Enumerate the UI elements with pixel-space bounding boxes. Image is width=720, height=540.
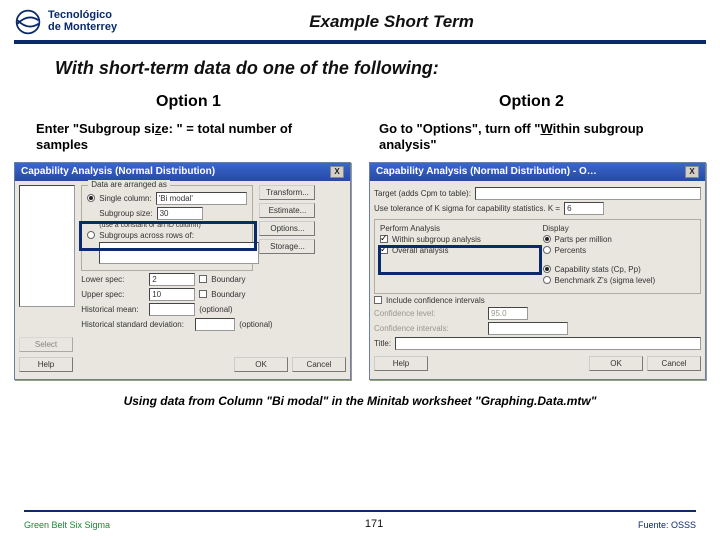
upper-boundary-label: Boundary xyxy=(211,290,245,299)
dialog-title: Capability Analysis (Normal Distribution… xyxy=(376,166,597,177)
orb-icon xyxy=(14,8,42,36)
conf-level-label: Confidence level: xyxy=(374,309,484,318)
options-row: Option 1 Enter "Subgroup size: " = total… xyxy=(0,87,720,160)
conf-level-field: 95.0 xyxy=(488,307,528,320)
close-icon[interactable]: X xyxy=(685,166,699,178)
ksigma-field[interactable]: 6 xyxy=(564,202,604,215)
within-analysis-check[interactable]: Within subgroup analysis xyxy=(380,235,533,244)
lower-spec-field[interactable]: 2 xyxy=(149,273,195,286)
include-ci-label: Include confidence intervals xyxy=(386,296,485,305)
titlebar[interactable]: Capability Analysis (Normal Distribution… xyxy=(15,163,350,181)
subgroup-size-row: Subgroup size: 30 xyxy=(99,207,247,220)
footer-left: Green Belt Six Sigma xyxy=(24,520,110,530)
hist-sd-opt: (optional) xyxy=(239,320,272,329)
single-column-radio[interactable]: Single column: 'Bi modal' xyxy=(87,192,247,205)
slide-header: Tecnológico de Monterrey Example Short T… xyxy=(0,0,720,36)
upper-spec-label: Upper spec: xyxy=(81,290,145,299)
lead-text: With short-term data do one of the follo… xyxy=(0,54,720,87)
capstats-radio[interactable]: Capability stats (Cp, Pp) xyxy=(543,265,696,274)
subgroups-across-radio[interactable]: Subgroups across rows of: xyxy=(87,231,247,240)
include-ci-check[interactable]: Include confidence intervals xyxy=(374,296,701,305)
single-column-label: Single column: xyxy=(99,194,151,203)
hist-sd-label: Historical standard deviation: xyxy=(81,320,191,329)
option-2-heading: Option 2 xyxy=(371,87,692,121)
benchmark-radio[interactable]: Benchmark Z's (sigma level) xyxy=(543,276,696,285)
storage-button[interactable]: Storage... xyxy=(259,239,315,254)
within-label: Within subgroup analysis xyxy=(392,235,481,244)
ci-type-field xyxy=(488,322,568,335)
option-2-block: Option 2 Go to "Options", turn off "With… xyxy=(371,87,692,160)
ksigma-label: Use tolerance of K sigma for capability … xyxy=(374,204,560,213)
perform-display-group: Perform Analysis Within subgroup analysi… xyxy=(374,219,701,294)
lower-boundary-label: Boundary xyxy=(211,275,245,284)
logo-text-2: de Monterrey xyxy=(48,22,117,34)
option-1-heading: Option 1 xyxy=(28,87,349,121)
upper-boundary-check[interactable]: Boundary xyxy=(199,290,245,299)
hist-mean-field[interactable] xyxy=(149,303,195,316)
upper-spec-field[interactable]: 10 xyxy=(149,288,195,301)
lower-spec-label: Lower spec: xyxy=(81,275,145,284)
footer-source: Fuente: OSSS xyxy=(638,520,696,530)
opt2-ul: W xyxy=(540,121,552,136)
benchmark-label: Benchmark Z's (sigma level) xyxy=(555,276,656,285)
target-field[interactable] xyxy=(475,187,701,200)
slide-footer: Green Belt Six Sigma 171 Fuente: OSSS xyxy=(0,518,720,530)
dialog-title: Capability Analysis (Normal Distribution… xyxy=(21,166,215,177)
footer-divider xyxy=(24,510,696,512)
subgroups-across-field[interactable] xyxy=(99,242,259,264)
percents-label: Percents xyxy=(555,246,587,255)
capability-dialog: Capability Analysis (Normal Distribution… xyxy=(14,162,351,380)
brand-logo: Tecnológico de Monterrey xyxy=(14,8,117,36)
help-button[interactable]: Help xyxy=(19,357,73,372)
caption: Using data from Column "Bi modal" in the… xyxy=(0,380,720,408)
opt1-pre: Enter "Subgroup si xyxy=(36,121,155,136)
group-title: Data are arranged as xyxy=(88,180,170,189)
page-number: 171 xyxy=(110,518,638,530)
percents-radio[interactable]: Percents xyxy=(543,246,696,255)
ppm-label: Parts per million xyxy=(555,235,612,244)
dialogs-row: Capability Analysis (Normal Distribution… xyxy=(0,160,720,380)
ci-type-label: Confidence intervals: xyxy=(374,324,484,333)
slide-title: Example Short Term xyxy=(117,12,706,32)
hist-mean-opt: (optional) xyxy=(199,305,232,314)
capstats-label: Capability stats (Cp, Pp) xyxy=(555,265,641,274)
ppm-radio[interactable]: Parts per million xyxy=(543,235,696,244)
opt2-pre: Go to "Options", turn off " xyxy=(379,121,540,136)
overall-analysis-check[interactable]: Overall analysis xyxy=(380,246,533,255)
perform-title: Perform Analysis xyxy=(380,224,533,233)
capability-options-dialog: Capability Analysis (Normal Distribution… xyxy=(369,162,706,380)
cancel-button[interactable]: Cancel xyxy=(292,357,346,372)
columns-listbox[interactable] xyxy=(19,185,75,307)
ok-button[interactable]: OK xyxy=(234,357,288,372)
header-divider xyxy=(14,40,706,44)
lower-boundary-check[interactable]: Boundary xyxy=(199,275,245,284)
close-icon[interactable]: X xyxy=(330,166,344,178)
footer-divider-wrap xyxy=(24,510,696,516)
option-2-desc: Go to "Options", turn off "Within subgro… xyxy=(371,121,692,160)
titlebar[interactable]: Capability Analysis (Normal Distribution… xyxy=(370,163,705,181)
options-button[interactable]: Options... xyxy=(259,221,315,236)
select-button[interactable]: Select xyxy=(19,337,73,352)
hist-sd-field[interactable] xyxy=(195,318,235,331)
target-label: Target (adds Cpm to table): xyxy=(374,189,471,198)
ok-button[interactable]: OK xyxy=(589,356,643,371)
subgroups-across-label: Subgroups across rows of: xyxy=(99,231,194,240)
plot-title-label: Title: xyxy=(374,339,391,348)
plot-title-field[interactable] xyxy=(395,337,701,350)
transform-button[interactable]: Transform... xyxy=(259,185,315,200)
help-button[interactable]: Help xyxy=(374,356,428,371)
subgroup-size-field[interactable]: 30 xyxy=(157,207,203,220)
overall-label: Overall analysis xyxy=(392,246,448,255)
subgroup-size-label: Subgroup size: xyxy=(99,209,152,218)
single-column-field[interactable]: 'Bi modal' xyxy=(156,192,248,205)
cancel-button[interactable]: Cancel xyxy=(647,356,701,371)
data-arranged-group: Data are arranged as Single column: 'Bi … xyxy=(81,185,253,271)
option-1-desc: Enter "Subgroup size: " = total number o… xyxy=(28,121,349,160)
subgroup-hint: (use a constant or an ID column) xyxy=(99,222,247,229)
estimate-button[interactable]: Estimate... xyxy=(259,203,315,218)
hist-mean-label: Historical mean: xyxy=(81,305,145,314)
option-1-block: Option 1 Enter "Subgroup size: " = total… xyxy=(28,87,349,160)
display-title: Display xyxy=(543,224,696,233)
